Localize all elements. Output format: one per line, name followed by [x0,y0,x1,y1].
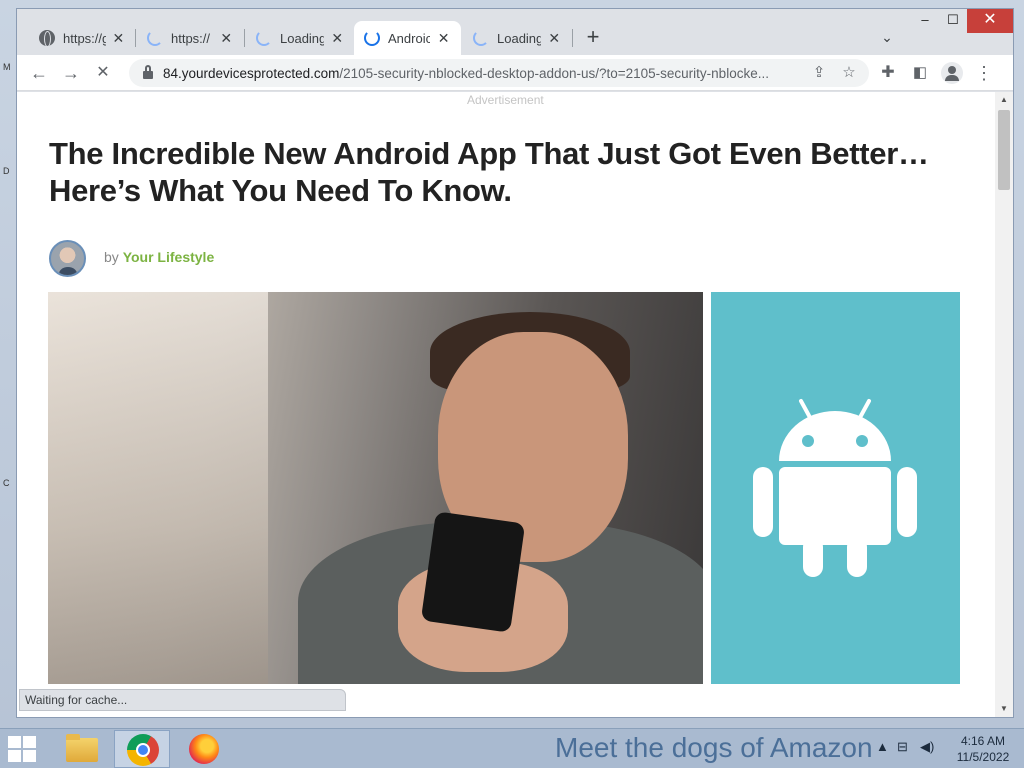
share-icon[interactable]: ⇪ [805,59,833,87]
tab-separator [572,29,573,47]
system-clock[interactable]: 4:16 AM 11/5/2022 [955,733,1011,765]
kebab-menu-icon[interactable]: ⋮ [970,59,998,87]
url-text[interactable]: 84.yourdevicesprotected.com/2105-securit… [163,66,803,81]
browser-window: https://g ✕ https:// ✕ Loading ✕ Androic… [16,8,1014,718]
stop-loading-button[interactable]: ✕ [89,59,117,87]
author-link[interactable]: Your Lifestyle [123,249,215,265]
desktop-edge-text: M [3,62,11,72]
globe-icon [39,30,55,47]
close-tab-icon[interactable]: ✕ [112,30,125,47]
desktop-edge-text: C [3,478,10,488]
status-bubble: Waiting for cache... [19,689,346,711]
taskbar-chrome[interactable] [114,730,170,768]
folder-icon [66,734,98,762]
bookmark-star-icon[interactable]: ☆ [835,59,863,87]
tab-5[interactable]: Loading ✕ [463,21,571,55]
tab-2[interactable]: https:// ✕ [137,21,243,55]
advertisement-label: Advertisement [467,93,544,107]
volume-icon[interactable]: ◀) [920,739,934,755]
profile-avatar-icon[interactable] [938,59,966,87]
tab-label: Loading [497,30,542,46]
chrome-icon [127,734,159,766]
loading-spinner-icon [147,30,163,46]
tab-strip: https://g ✕ https:// ✕ Loading ✕ Androic… [17,9,1013,55]
taskbar-news-banner[interactable]: Meet the dogs of Amazon [555,732,873,764]
browser-toolbar: ← → ✕ 84.yourdevicesprotected.com/2105-s… [17,55,1013,91]
scroll-thumb[interactable] [998,110,1010,190]
taskbar-file-explorer[interactable] [54,730,110,768]
close-tab-icon[interactable]: ✕ [219,30,233,47]
headline-line-1: The Incredible New Android App That Just… [49,136,929,171]
article-headline: The Incredible New Android App That Just… [49,135,949,209]
tab-search-chevron-icon[interactable]: ⌄ [875,25,899,49]
headline-line-2: Here’s What You Need To Know. [49,173,512,208]
address-bar[interactable]: 84.yourdevicesprotected.com/2105-securit… [129,59,869,87]
hero-phone [420,511,526,633]
firefox-icon [189,734,219,764]
tab-label: https://g [63,30,106,46]
scroll-up-arrow-icon[interactable]: ▲ [995,92,1013,108]
clock-time: 4:16 AM [960,734,1006,748]
desktop-edge-text: D [3,166,10,176]
tab-separator [135,29,136,47]
tab-label: https:// [171,30,211,46]
tab-4-active[interactable]: Androic ✕ [354,21,461,55]
loading-spinner-icon [364,30,380,46]
tab-3[interactable]: Loading ✕ [246,21,354,55]
minimize-button[interactable]: ‒ [911,9,939,33]
scroll-down-arrow-icon[interactable]: ▼ [995,701,1013,717]
author-avatar[interactable] [49,240,86,277]
tab-label: Loading [280,30,325,46]
show-hidden-icons-chevron-icon[interactable]: ▲ [876,739,889,754]
close-tab-icon[interactable]: ✕ [436,30,451,47]
new-tab-button[interactable]: + [579,23,607,51]
loading-spinner-icon [256,30,272,46]
clock-date: 11/5/2022 [956,750,1010,764]
forward-button[interactable]: → [57,59,85,87]
tab-separator [244,29,245,47]
network-icon[interactable]: ⊟ [897,739,908,755]
back-button[interactable]: ← [25,59,53,87]
hero-photo-man-with-phone [48,292,703,684]
close-window-button[interactable]: ✕ [967,9,1013,33]
close-tab-icon[interactable]: ✕ [547,30,561,47]
maximize-button[interactable]: ☐ [939,9,967,33]
page-viewport: Advertisement The Incredible New Android… [17,92,995,717]
taskbar: Meet the dogs of Amazon ▲ ⊟ ◀) 4:16 AM 1… [0,728,1024,768]
url-path: /2105-security-nblocked-desktop-addon-us… [339,65,769,81]
taskbar-firefox[interactable] [176,730,232,768]
byline: by Your Lifestyle [104,249,214,265]
byline-prefix: by [104,249,119,265]
extensions-puzzle-icon[interactable]: ✚ [874,59,902,87]
vertical-scrollbar[interactable]: ▲ ▼ [995,92,1013,717]
android-robot-icon [753,399,917,577]
android-logo-panel [711,292,960,684]
tab-label: Androic [388,30,431,46]
close-tab-icon[interactable]: ✕ [330,30,344,47]
side-panel-icon[interactable]: ◧ [906,59,934,87]
lock-icon[interactable] [143,65,153,79]
url-domain: 84.yourdevicesprotected.com [163,65,340,81]
start-button-windows-icon[interactable] [8,736,38,762]
hero-background-blur [48,292,268,684]
tab-1[interactable]: https://g ✕ [29,21,135,55]
loading-spinner-icon [473,30,489,46]
